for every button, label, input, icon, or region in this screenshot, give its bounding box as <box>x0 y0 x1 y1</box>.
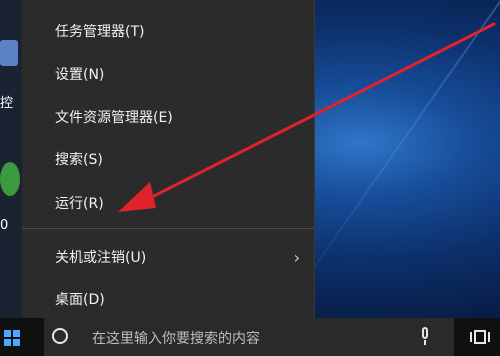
task-view-icon[interactable] <box>470 328 490 346</box>
taskbar: 在这里输入你要搜索的内容 <box>0 318 500 356</box>
windows-start-icon[interactable] <box>4 330 20 346</box>
menu-separator <box>22 228 314 229</box>
menu-item-label: 运行(R) <box>55 196 104 212</box>
menu-item-desktop[interactable]: 桌面(D) <box>22 282 314 318</box>
menu-item-task-manager[interactable]: 任务管理器(T) <box>22 14 314 50</box>
desktop-icon-label: 0 <box>0 218 9 233</box>
menu-item-label: 关机或注销(U) <box>55 250 147 266</box>
menu-item-label: 文件资源管理器(E) <box>55 110 173 126</box>
menu-item-label: 设置(N) <box>55 67 105 83</box>
desktop-shortcut-icon[interactable] <box>0 40 18 66</box>
menu-item-search[interactable]: 搜索(S) <box>22 142 314 178</box>
start-context-menu: 任务管理器(T) 设置(N) 文件资源管理器(E) 搜索(S) 运行(R) 关机… <box>22 0 315 325</box>
menu-item-settings[interactable]: 设置(N) <box>22 57 314 93</box>
menu-item-run[interactable]: 运行(R) <box>22 186 314 222</box>
menu-item-shutdown-signout[interactable]: 关机或注销(U) › <box>22 240 314 276</box>
desktop-icon-label: 控 <box>0 96 14 111</box>
desktop-icon-strip: 控 0 <box>0 0 22 318</box>
chevron-right-icon: › <box>293 248 300 267</box>
taskbar-search-box[interactable]: 在这里输入你要搜索的内容 <box>44 318 454 356</box>
menu-item-label: 搜索(S) <box>55 152 103 168</box>
menu-item-label: 桌面(D) <box>55 292 105 308</box>
desktop-shortcut-icon[interactable] <box>0 162 20 196</box>
microphone-icon[interactable] <box>420 327 430 347</box>
cortana-icon[interactable] <box>52 328 68 344</box>
menu-item-label: 任务管理器(T) <box>55 24 145 40</box>
search-placeholder: 在这里输入你要搜索的内容 <box>92 331 260 347</box>
menu-item-file-explorer[interactable]: 文件资源管理器(E) <box>22 100 314 136</box>
